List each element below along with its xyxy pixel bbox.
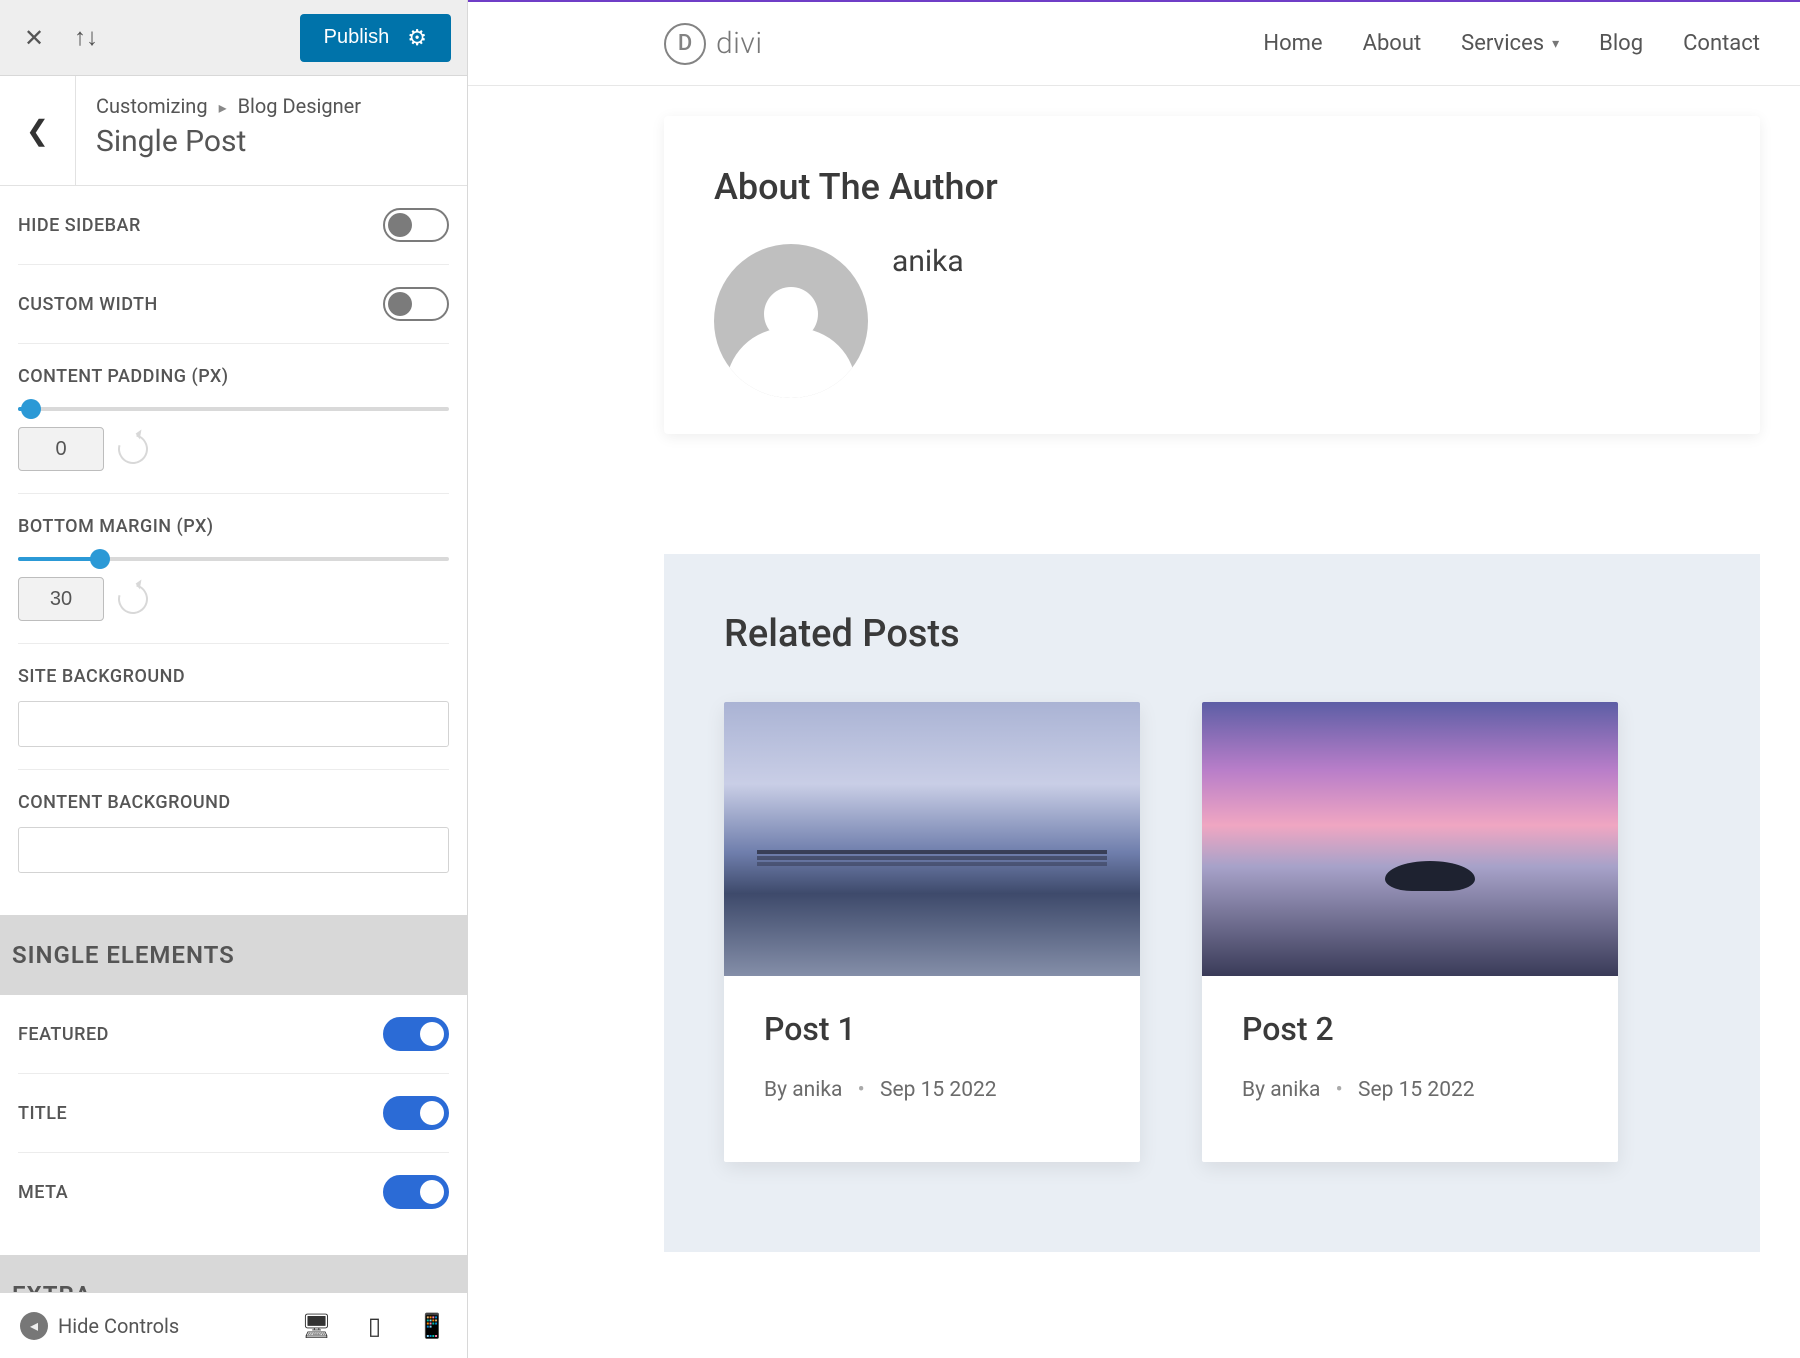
post-author[interactable]: anika xyxy=(1270,1078,1320,1102)
nav-about[interactable]: About xyxy=(1363,31,1422,56)
swap-icon[interactable]: ↑↓ xyxy=(68,20,104,56)
custom-width-toggle[interactable] xyxy=(383,287,449,321)
preview-pane: D divi Home About Services ▾ Blog Contac… xyxy=(468,0,1800,1358)
breadcrumb-prefix: Customizing xyxy=(96,94,208,118)
meta-label: META xyxy=(18,1182,68,1203)
post-thumbnail xyxy=(1202,702,1618,976)
customizer-footer: ◂ Hide Controls 🖥 ▯ 📱 xyxy=(0,1292,467,1358)
chevron-down-icon: ▾ xyxy=(1552,36,1559,52)
breadcrumb-title: Single Post xyxy=(96,124,361,159)
bottom-margin-label: BOTTOM MARGIN (PX) xyxy=(18,516,449,537)
custom-width-label: CUSTOM WIDTH xyxy=(18,294,158,315)
content-padding-reset-icon[interactable] xyxy=(113,429,154,470)
related-post-card[interactable]: Post 1 By anika • Sep 15 2022 xyxy=(724,702,1140,1162)
hide-controls-button[interactable]: ◂ Hide Controls xyxy=(20,1312,179,1340)
extra-heading: EXTRA xyxy=(0,1255,467,1292)
hide-sidebar-toggle[interactable] xyxy=(383,208,449,242)
device-mobile-icon[interactable]: 📱 xyxy=(417,1312,447,1340)
logo-mark-icon: D xyxy=(664,23,706,65)
nav-blog[interactable]: Blog xyxy=(1599,31,1643,56)
nav-home[interactable]: Home xyxy=(1263,31,1322,56)
site-header: D divi Home About Services ▾ Blog Contac… xyxy=(468,2,1800,86)
publish-label: Publish xyxy=(324,26,390,49)
back-button[interactable]: ❮ xyxy=(0,76,76,185)
customizer-header: ✕ ↑↓ Publish ⚙ xyxy=(0,0,467,76)
post-author[interactable]: anika xyxy=(792,1078,842,1102)
breadcrumb-caret-icon: ▸ xyxy=(219,98,227,117)
nav-services[interactable]: Services ▾ xyxy=(1461,31,1559,56)
device-tablet-icon[interactable]: ▯ xyxy=(368,1312,381,1340)
author-avatar xyxy=(714,244,868,398)
hide-sidebar-label: HIDE SIDEBAR xyxy=(18,215,141,236)
breadcrumb-parent[interactable]: Blog Designer xyxy=(238,94,362,118)
site-bg-label: SITE BACKGROUND xyxy=(18,666,449,687)
featured-toggle[interactable] xyxy=(383,1017,449,1051)
meta-toggle[interactable] xyxy=(383,1175,449,1209)
single-elements-heading: SINGLE ELEMENTS xyxy=(0,915,467,995)
related-post-card[interactable]: Post 2 By anika • Sep 15 2022 xyxy=(1202,702,1618,1162)
site-logo[interactable]: D divi xyxy=(664,23,763,65)
hide-controls-icon: ◂ xyxy=(20,1312,48,1340)
author-name[interactable]: anika xyxy=(892,244,964,279)
content-padding-slider[interactable] xyxy=(18,407,449,411)
content-bg-label: CONTENT BACKGROUND xyxy=(18,792,449,813)
related-posts: Related Posts Post 1 By anika • Sep 15 2… xyxy=(664,554,1760,1252)
hide-controls-label: Hide Controls xyxy=(58,1314,179,1338)
device-desktop-icon[interactable]: 🖥 xyxy=(301,1312,331,1340)
post-thumbnail xyxy=(724,702,1140,976)
content-padding-input[interactable] xyxy=(18,427,104,471)
content-padding-label: CONTENT PADDING (PX) xyxy=(18,366,449,387)
nav-contact[interactable]: Contact xyxy=(1683,31,1760,56)
breadcrumb: ❮ Customizing ▸ Blog Designer Single Pos… xyxy=(0,76,467,186)
post-date: Sep 15 2022 xyxy=(1358,1078,1475,1102)
title-toggle[interactable] xyxy=(383,1096,449,1130)
content-bg-input[interactable] xyxy=(18,827,449,873)
bottom-margin-input[interactable] xyxy=(18,577,104,621)
author-box-heading: About The Author xyxy=(714,166,1710,208)
related-heading: Related Posts xyxy=(724,612,1700,656)
customizer-sidebar: ✕ ↑↓ Publish ⚙ ❮ Customizing ▸ Blog Desi… xyxy=(0,0,468,1358)
logo-text: divi xyxy=(716,26,763,61)
featured-label: FEATURED xyxy=(18,1024,109,1045)
author-box: About The Author anika xyxy=(664,116,1760,434)
publish-button[interactable]: Publish ⚙ xyxy=(300,14,451,62)
title-label: TITLE xyxy=(18,1103,67,1124)
site-nav: Home About Services ▾ Blog Contact xyxy=(1263,31,1760,56)
bottom-margin-reset-icon[interactable] xyxy=(113,579,154,620)
post-title[interactable]: Post 1 xyxy=(764,1010,1100,1048)
publish-settings-icon[interactable]: ⚙ xyxy=(407,25,427,51)
close-icon[interactable]: ✕ xyxy=(16,20,52,56)
post-title[interactable]: Post 2 xyxy=(1242,1010,1578,1048)
nav-services-label: Services xyxy=(1461,31,1544,56)
post-meta: By anika • Sep 15 2022 xyxy=(1242,1078,1578,1102)
site-bg-input[interactable] xyxy=(18,701,449,747)
post-meta: By anika • Sep 15 2022 xyxy=(764,1078,1100,1102)
post-date: Sep 15 2022 xyxy=(880,1078,997,1102)
bottom-margin-slider[interactable] xyxy=(18,557,449,561)
